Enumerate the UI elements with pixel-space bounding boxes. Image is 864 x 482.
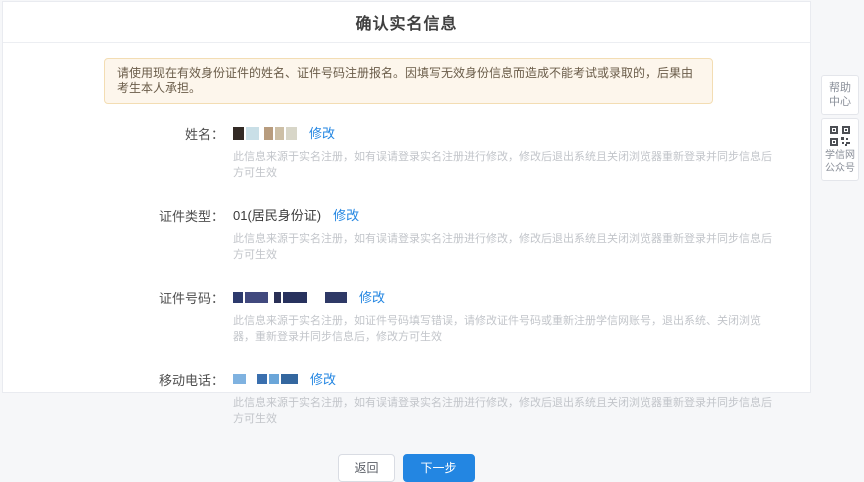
realname-form: 姓名： 修改 此信息来源于实名注册，如有误请登录实名注册进行修改，修改后退出系统… <box>3 126 810 482</box>
field-row-mobile: 移动电话： 修改 此信息来源于实名注册，如有误请登录实名注册进行修改，修改后退出… <box>3 372 810 428</box>
back-button[interactable]: 返回 <box>338 454 394 482</box>
mobile-redacted-value <box>233 374 298 384</box>
id-type-label: 证件类型： <box>3 208 224 264</box>
id-number-redacted-value <box>233 292 347 303</box>
modify-id-type-link[interactable]: 修改 <box>333 208 359 223</box>
notice-text: 请使用现在有效身份证件的姓名、证件号码注册报名。因填写无效身份信息而造成不能考试… <box>117 66 693 95</box>
name-redacted-value <box>233 127 297 140</box>
field-row-id-number: 证件号码： 修改 此信息来源于实名注册，如证件号码填写错误，请修改证件号码或重新… <box>3 290 810 346</box>
page-title: 确认实名信息 <box>355 10 457 34</box>
id-type-help-text: 此信息来源于实名注册，如有误请登录实名注册进行修改，修改后退出系统且关闭浏览器重… <box>233 232 781 264</box>
modify-mobile-link[interactable]: 修改 <box>310 372 336 387</box>
mobile-label: 移动电话： <box>3 372 224 428</box>
mobile-help-text: 此信息来源于实名注册，如有误请登录实名注册进行修改，修改后退出系统且关闭浏览器重… <box>233 396 781 428</box>
modify-name-link[interactable]: 修改 <box>309 126 335 141</box>
next-step-button[interactable]: 下一步 <box>403 454 475 482</box>
confirm-realname-panel: 确认实名信息 请使用现在有效身份证件的姓名、证件号码注册报名。因填写无效身份信息… <box>2 1 811 393</box>
id-type-value: 01(居民身份证) <box>233 208 321 223</box>
help-center-button[interactable]: 帮助中心 <box>821 75 859 115</box>
field-row-name: 姓名： 修改 此信息来源于实名注册，如有误请登录实名注册进行修改，修改后退出系统… <box>3 126 810 182</box>
modify-id-number-link[interactable]: 修改 <box>359 290 385 305</box>
wechat-qr-label: 学信网公众号 <box>824 149 856 175</box>
help-center-label: 帮助中心 <box>829 82 851 108</box>
panel-header: 确认实名信息 <box>3 2 810 43</box>
id-number-help-text: 此信息来源于实名注册，如证件号码填写错误，请修改证件号码或重新注册学信网账号，退… <box>233 314 781 346</box>
notice-banner: 请使用现在有效身份证件的姓名、证件号码注册报名。因填写无效身份信息而造成不能考试… <box>104 58 713 104</box>
qr-code-icon <box>830 126 850 146</box>
form-actions: 返回 下一步 <box>3 454 810 482</box>
field-row-id-type: 证件类型： 01(居民身份证) 修改 此信息来源于实名注册，如有误请登录实名注册… <box>3 208 810 264</box>
id-number-label: 证件号码： <box>3 290 224 346</box>
name-label: 姓名： <box>3 126 224 182</box>
wechat-qr-button[interactable]: 学信网公众号 <box>821 118 859 181</box>
name-help-text: 此信息来源于实名注册，如有误请登录实名注册进行修改，修改后退出系统且关闭浏览器重… <box>233 150 781 182</box>
